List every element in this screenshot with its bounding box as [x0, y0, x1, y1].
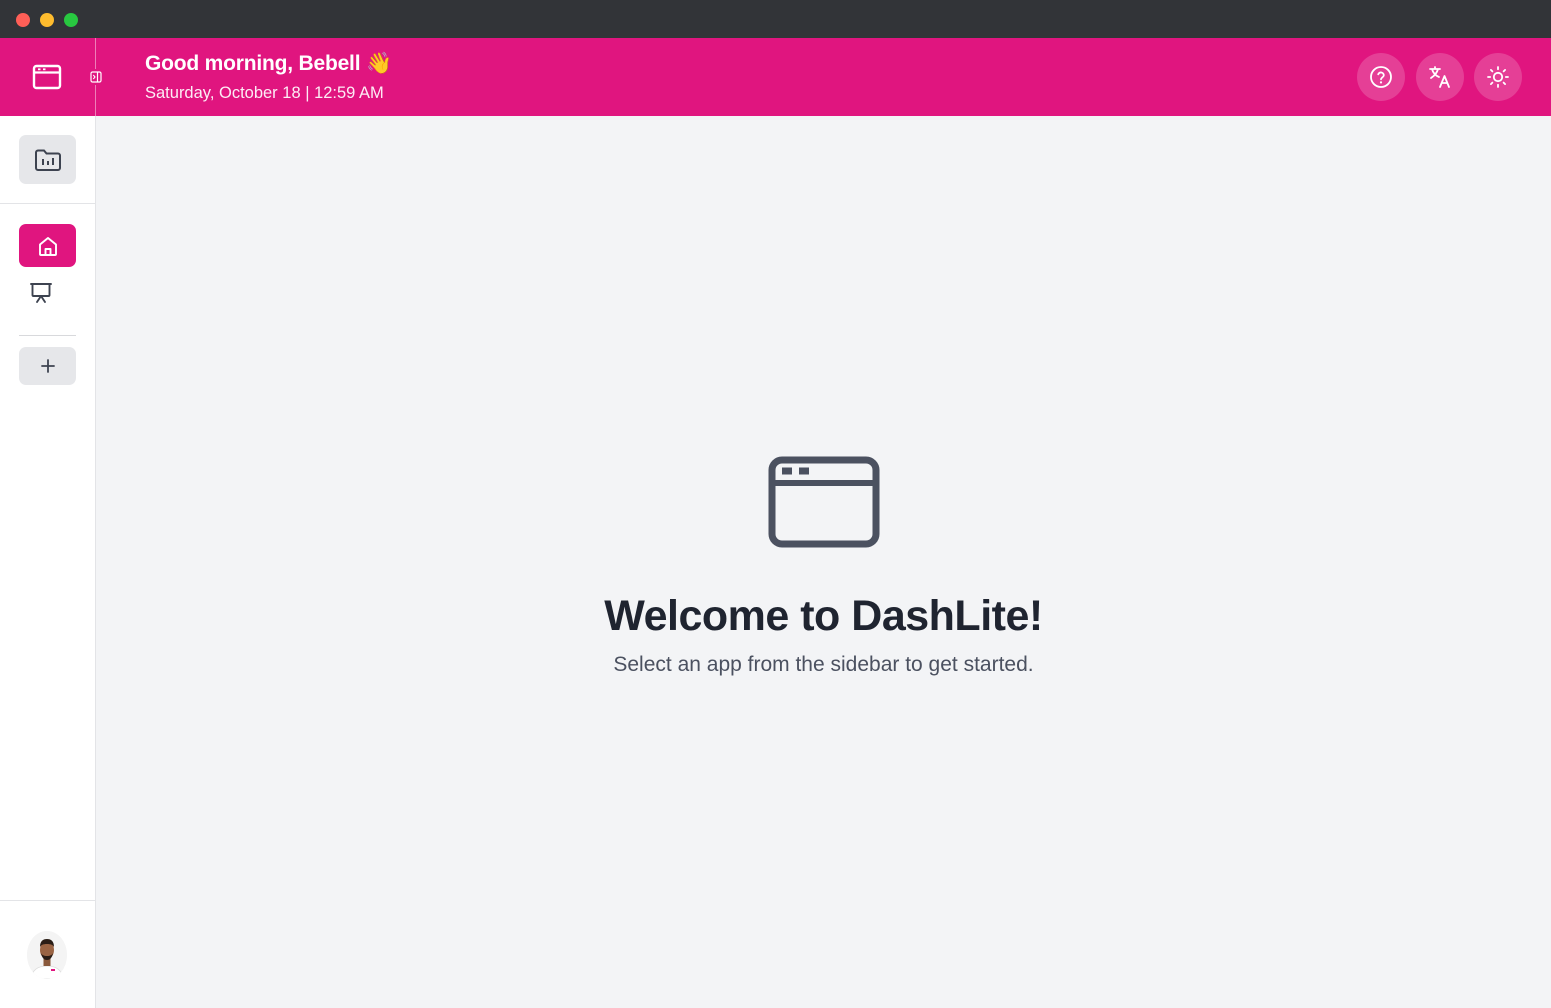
sidebar-item-presentations[interactable]: [19, 274, 63, 312]
presentation-icon: [30, 283, 52, 303]
window-minimize-button[interactable]: [40, 13, 54, 27]
help-button[interactable]: [1357, 53, 1405, 101]
sidebar-collapse-button[interactable]: [88, 69, 104, 85]
browser-window-icon: [768, 456, 880, 548]
translate-icon: [1429, 66, 1450, 88]
sidebar-collapse-icon: [90, 71, 102, 83]
home-icon: [38, 236, 57, 256]
help-circle-icon: [1370, 66, 1392, 88]
sidebar-divider: [0, 900, 95, 901]
current-datetime: Saturday, October 18 | 12:59 AM: [145, 84, 384, 102]
theme-toggle-button[interactable]: [1474, 53, 1522, 101]
greeting-text: Good morning, Bebell 👋: [145, 52, 392, 75]
top-header: Good morning, Bebell 👋 Saturday, October…: [0, 38, 1551, 116]
main-content: Welcome to DashLite! Select an app from …: [96, 116, 1551, 1008]
sidebar-divider: [0, 203, 95, 204]
browser-window-icon: [32, 64, 62, 90]
window-close-button[interactable]: [16, 13, 30, 27]
welcome-subtitle: Select an app from the sidebar to get st…: [613, 653, 1034, 676]
folder-chart-icon: [34, 149, 61, 171]
sidebar-item-home[interactable]: [19, 224, 76, 267]
window-titlebar: [0, 0, 1551, 38]
app-home-button[interactable]: [24, 58, 70, 96]
language-button[interactable]: [1416, 53, 1464, 101]
sun-icon: [1487, 66, 1509, 88]
welcome-title: Welcome to DashLite!: [604, 592, 1043, 640]
user-avatar[interactable]: [27, 931, 67, 979]
window-maximize-button[interactable]: [64, 13, 78, 27]
app-window: Good morning, Bebell 👋 Saturday, October…: [0, 0, 1551, 1008]
sidebar-item-projects[interactable]: [19, 135, 76, 184]
sidebar-divider: [19, 335, 76, 336]
plus-icon: [40, 359, 55, 373]
sidebar: [0, 116, 96, 1008]
add-app-button[interactable]: [19, 347, 76, 385]
avatar-image: [27, 931, 67, 979]
